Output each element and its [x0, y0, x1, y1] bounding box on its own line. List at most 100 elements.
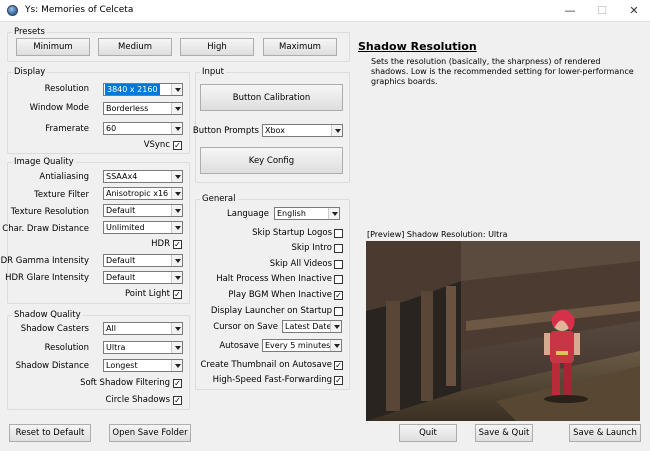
button-calibration-button[interactable]: Button Calibration: [200, 84, 343, 111]
shadow-resolution-label: Resolution: [44, 343, 89, 353]
soft-shadow-label: Soft Shadow Filtering: [80, 378, 170, 388]
key-config-button[interactable]: Key Config: [200, 147, 343, 174]
chevron-down-icon: [171, 188, 182, 199]
shadow-distance-select[interactable]: Longest: [103, 359, 183, 372]
chevron-down-icon: [171, 342, 182, 353]
help-title: Shadow Resolution: [358, 40, 477, 53]
char-draw-distance-select[interactable]: Unlimited: [103, 221, 183, 234]
texture-resolution-label: Texture Resolution: [10, 207, 89, 217]
chevron-down-icon: [171, 360, 182, 371]
skip-intro-checkbox[interactable]: [334, 244, 343, 253]
save-launch-button[interactable]: Save & Launch: [569, 424, 641, 442]
display-launcher-checkbox[interactable]: [334, 307, 343, 316]
chevron-down-icon: [330, 340, 341, 351]
chevron-down-icon: [171, 222, 182, 233]
image-quality-label: Image Quality: [12, 157, 76, 167]
hdr-checkbox[interactable]: [173, 240, 182, 249]
circle-shadows-checkbox[interactable]: [173, 396, 182, 405]
chevron-down-icon: [171, 84, 182, 95]
skip-intro-label: Skip Intro: [291, 243, 332, 253]
chevron-down-icon: [330, 321, 341, 332]
window-mode-select[interactable]: Borderless: [103, 102, 183, 115]
preset-medium-button[interactable]: Medium: [98, 38, 172, 56]
chevron-down-icon: [171, 205, 182, 216]
point-light-checkbox[interactable]: [173, 290, 182, 299]
framerate-label: Framerate: [45, 124, 89, 134]
texture-filter-label: Texture Filter: [34, 190, 89, 200]
high-speed-ff-label: High-Speed Fast-Forwarding: [212, 375, 332, 385]
language-label: Language: [227, 209, 269, 219]
display-launcher-label: Display Launcher on Startup: [210, 306, 332, 316]
hdr-glare-select[interactable]: Default: [103, 271, 183, 284]
shadow-distance-label: Shadow Distance: [15, 361, 89, 371]
title-bar: Ys: Memories of Celceta — ☐ ✕: [0, 0, 650, 22]
texture-resolution-select[interactable]: Default: [103, 204, 183, 217]
chevron-down-icon: [328, 208, 339, 219]
open-save-folder-button[interactable]: Open Save Folder: [109, 424, 191, 442]
antialiasing-select[interactable]: SSAAx4: [103, 170, 183, 183]
chevron-down-icon: [171, 323, 182, 334]
general-label: General: [200, 194, 238, 204]
button-prompts-label: Button Prompts: [192, 126, 259, 136]
skip-all-videos-checkbox[interactable]: [334, 260, 343, 269]
app-orb-icon: [7, 5, 18, 16]
preview-image: [366, 241, 640, 421]
chevron-down-icon: [171, 171, 182, 182]
point-light-label: Point Light: [124, 289, 170, 299]
hdr-gamma-select[interactable]: Default: [103, 254, 183, 267]
vsync-checkbox[interactable]: [173, 141, 182, 150]
halt-process-label: Halt Process When Inactive: [216, 274, 332, 284]
quit-button[interactable]: Quit: [399, 424, 457, 442]
create-thumbnail-checkbox[interactable]: [334, 361, 343, 370]
preset-minimum-button[interactable]: Minimum: [16, 38, 90, 56]
play-bgm-label: Play BGM When Inactive: [228, 290, 332, 300]
cursor-on-save-label: Cursor on Save: [213, 322, 278, 332]
chevron-down-icon: [171, 272, 182, 283]
skip-startup-logos-label: Skip Startup Logos: [252, 228, 332, 238]
help-description: Sets the resolution (basically, the shar…: [371, 57, 634, 86]
display-label: Display: [12, 67, 48, 77]
vsync-label: VSync: [143, 140, 170, 150]
skip-startup-logos-checkbox[interactable]: [334, 229, 343, 238]
cursor-on-save-select[interactable]: Latest Date: [282, 320, 342, 333]
create-thumbnail-label: Create Thumbnail on Autosave: [200, 360, 332, 370]
minimize-icon[interactable]: —: [554, 0, 586, 22]
chevron-down-icon: [171, 103, 182, 114]
window-title: Ys: Memories of Celceta: [25, 5, 134, 15]
preset-high-button[interactable]: High: [180, 38, 254, 56]
presets-label: Presets: [12, 27, 47, 37]
skip-all-videos-label: Skip All Videos: [269, 259, 332, 269]
autosave-label: Autosave: [219, 341, 259, 351]
hdr-gamma-label: HDR Gamma Intensity: [0, 256, 89, 266]
preview-scene: [366, 241, 640, 421]
maximize-icon[interactable]: ☐: [586, 0, 618, 22]
high-speed-ff-checkbox[interactable]: [334, 376, 343, 385]
preset-maximum-button[interactable]: Maximum: [263, 38, 337, 56]
shadow-casters-select[interactable]: All: [103, 322, 183, 335]
play-bgm-checkbox[interactable]: [334, 291, 343, 300]
resolution-select[interactable]: 3840 x 2160: [103, 83, 183, 96]
hdr-glare-label: HDR Glare Intensity: [5, 273, 89, 283]
circle-shadows-label: Circle Shadows: [105, 395, 170, 405]
button-prompts-select[interactable]: Xbox: [262, 124, 343, 137]
preview-label: [Preview] Shadow Resolution: Ultra: [367, 230, 508, 239]
texture-filter-select[interactable]: Anisotropic x16: [103, 187, 183, 200]
autosave-select[interactable]: Every 5 minutes: [262, 339, 342, 352]
reset-to-default-button[interactable]: Reset to Default: [9, 424, 91, 442]
framerate-select[interactable]: 60: [103, 122, 183, 135]
soft-shadow-checkbox[interactable]: [173, 379, 182, 388]
antialiasing-label: Antialiasing: [39, 172, 89, 182]
input-label: Input: [200, 67, 227, 77]
hdr-label: HDR: [151, 239, 170, 249]
shadow-casters-label: Shadow Casters: [20, 324, 89, 334]
halt-process-checkbox[interactable]: [334, 275, 343, 284]
char-draw-distance-label: Char. Draw Distance: [2, 224, 89, 234]
save-quit-button[interactable]: Save & Quit: [475, 424, 533, 442]
close-icon[interactable]: ✕: [618, 0, 650, 22]
shadow-resolution-select[interactable]: Ultra: [103, 341, 183, 354]
resolution-label: Resolution: [44, 84, 89, 94]
language-select[interactable]: English: [274, 207, 340, 220]
chevron-down-icon: [171, 255, 182, 266]
chevron-down-icon: [331, 125, 342, 136]
shadow-quality-label: Shadow Quality: [12, 310, 83, 320]
